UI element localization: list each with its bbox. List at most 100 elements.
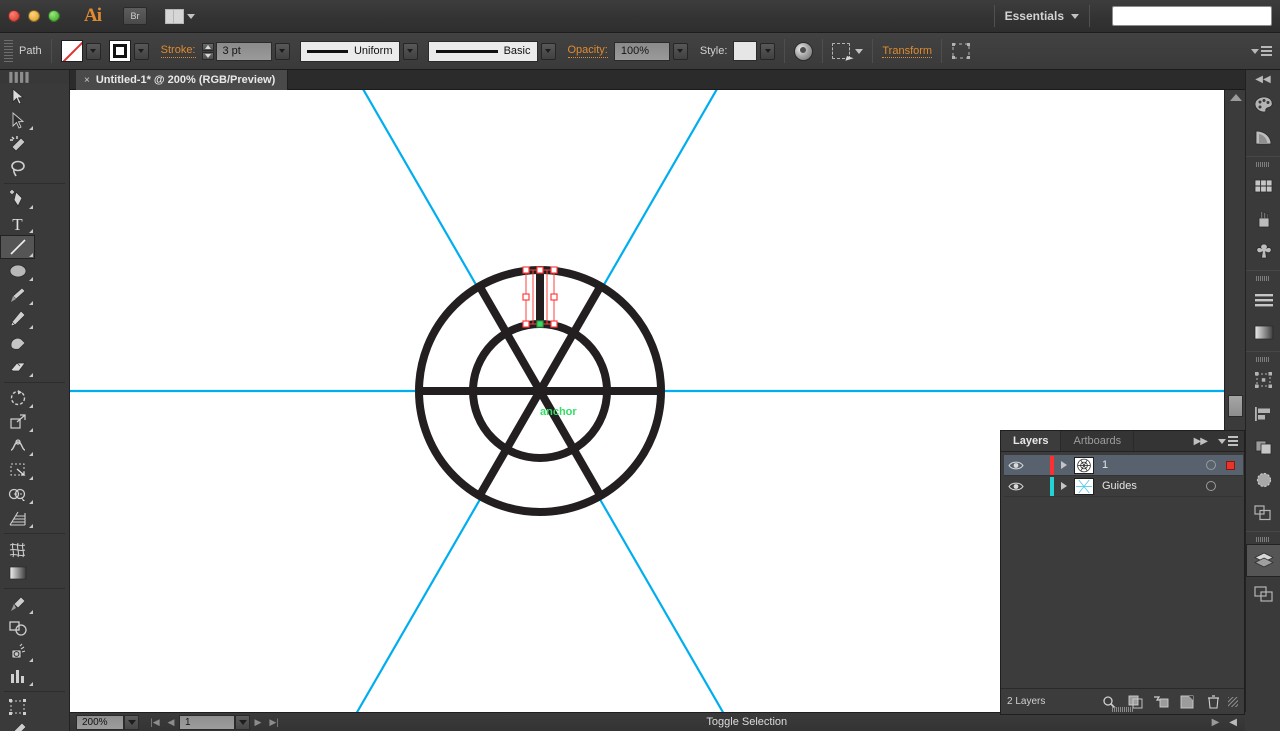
blend-tool[interactable] — [0, 616, 35, 640]
tab-layers[interactable]: Layers — [1001, 431, 1061, 451]
zoom-level-dropdown-button[interactable] — [124, 715, 139, 730]
workspace-switcher-label[interactable]: Essentials — [1005, 9, 1064, 23]
status-options-button[interactable]: ▶ — [1212, 717, 1220, 728]
zoom-level-input[interactable]: 200% — [76, 715, 124, 730]
perspective-grid-tool[interactable] — [0, 506, 35, 530]
dock-group-grip[interactable] — [1246, 534, 1280, 544]
stroke-weight-stepper[interactable] — [202, 43, 214, 60]
lasso-tool[interactable] — [0, 156, 35, 180]
brushes-panel-icon[interactable] — [1246, 202, 1280, 235]
column-graph-tool[interactable] — [0, 664, 35, 688]
gradient-panel-icon[interactable] — [1246, 316, 1280, 349]
launch-bridge-button[interactable]: Br — [123, 7, 147, 25]
scroll-up-icon[interactable] — [1230, 94, 1242, 101]
graphic-style-swatch[interactable] — [733, 41, 757, 61]
stroke-weight-label[interactable]: Stroke: — [161, 44, 196, 58]
variable-width-profile-select[interactable]: Uniform — [300, 41, 400, 62]
layer-target-indicator[interactable] — [1206, 460, 1216, 470]
close-window-button[interactable] — [8, 10, 20, 22]
appearance-panel-icon[interactable] — [1246, 496, 1280, 529]
color-panel-icon[interactable] — [1246, 88, 1280, 121]
next-artboard-button[interactable]: ▶ — [250, 717, 266, 728]
control-bar-menu-button[interactable] — [1251, 46, 1272, 56]
stroke-weight-dropdown-button[interactable] — [275, 43, 290, 60]
pathfinder-panel-icon[interactable] — [1246, 430, 1280, 463]
zoom-window-button[interactable] — [48, 10, 60, 22]
align-to-icon[interactable] — [951, 42, 971, 60]
mesh-tool[interactable] — [0, 537, 35, 561]
pen-tool[interactable] — [0, 187, 35, 211]
chevron-down-icon[interactable] — [1071, 14, 1079, 19]
delete-selection-button[interactable] — [1200, 695, 1226, 709]
tab-artboards[interactable]: Artboards — [1061, 431, 1134, 451]
transform-link[interactable]: Transform — [882, 45, 932, 58]
previous-artboard-button[interactable]: ◀ — [163, 717, 179, 728]
document-tab[interactable]: × Untitled-1* @ 200% (RGB/Preview) — [76, 70, 288, 90]
line-segment-tool[interactable] — [0, 235, 35, 259]
panel-resize-grip[interactable] — [1228, 697, 1238, 707]
stroke-color-swatch[interactable] — [109, 40, 131, 62]
layer-row-guides[interactable]: Guides — [1004, 476, 1243, 497]
opacity-label[interactable]: Opacity: — [568, 44, 608, 58]
brush-definition-select[interactable]: Basic — [428, 41, 538, 62]
symbol-sprayer-tool[interactable] — [0, 640, 35, 664]
blob-brush-tool[interactable] — [0, 331, 35, 355]
select-similar-objects-button[interactable] — [832, 43, 863, 59]
align-panel-icon[interactable] — [1246, 397, 1280, 430]
chevron-down-icon[interactable] — [855, 49, 863, 54]
artboard-tool[interactable] — [0, 695, 35, 719]
create-new-sublayer-button[interactable] — [1148, 695, 1174, 709]
dock-group-grip[interactable] — [1246, 159, 1280, 169]
layer-selection-indicator[interactable] — [1226, 461, 1235, 470]
slice-tool[interactable] — [0, 719, 35, 731]
swatches-panel-icon[interactable] — [1246, 169, 1280, 202]
arrange-documents-button[interactable] — [165, 9, 195, 24]
stroke-dropdown-button[interactable] — [134, 43, 149, 60]
search-input[interactable] — [1112, 6, 1272, 26]
stroke-weight-input[interactable]: 3 pt — [216, 42, 272, 61]
type-tool[interactable]: T — [0, 211, 35, 235]
close-icon[interactable]: × — [84, 75, 90, 86]
dock-group-grip[interactable] — [1246, 273, 1280, 283]
tools-panel-grip[interactable]: ▐▐▐▐ — [0, 70, 69, 84]
artboard-number-input[interactable]: 1 — [179, 715, 235, 730]
opacity-input[interactable]: 100% — [614, 42, 670, 61]
stepper-up-icon[interactable] — [202, 43, 214, 51]
recolor-artwork-icon[interactable] — [794, 42, 813, 61]
eyedropper-tool[interactable] — [0, 592, 35, 616]
brush-definition-dropdown-button[interactable] — [541, 43, 556, 60]
layer-expand-toggle[interactable] — [1054, 461, 1074, 469]
selection-tool[interactable] — [0, 84, 35, 108]
symbols-panel-icon[interactable] — [1246, 235, 1280, 268]
layers-panel-menu-button[interactable] — [1212, 431, 1244, 451]
direct-selection-tool[interactable] — [0, 108, 35, 132]
panel-bottom-grip[interactable] — [1112, 707, 1134, 712]
artboards-panel-icon[interactable] — [1246, 577, 1280, 610]
dock-group-grip[interactable] — [1246, 354, 1280, 364]
stepper-down-icon[interactable] — [202, 52, 214, 60]
collapse-panels-icon[interactable]: ◀◀ — [1246, 70, 1280, 88]
layer-name[interactable]: Guides — [1102, 480, 1206, 492]
layer-row-1[interactable]: 1 — [1004, 455, 1243, 476]
transparency-panel-icon[interactable] — [1246, 463, 1280, 496]
shape-builder-tool[interactable] — [0, 482, 35, 506]
paintbrush-tool[interactable] — [0, 283, 35, 307]
stroke-panel-icon[interactable] — [1246, 283, 1280, 316]
layers-panel-icon[interactable] — [1246, 544, 1280, 577]
layer-target-indicator[interactable] — [1206, 481, 1216, 491]
vertical-scrollbar-thumb[interactable] — [1228, 395, 1243, 417]
opacity-dropdown-button[interactable] — [673, 43, 688, 60]
scroll-left-button[interactable]: ◀ — [1229, 717, 1237, 728]
last-artboard-button[interactable]: ▶| — [266, 717, 282, 728]
fill-color-swatch[interactable] — [61, 40, 83, 62]
graphic-style-dropdown-button[interactable] — [760, 43, 775, 60]
expand-panels-icon[interactable]: ▶▶ — [1189, 431, 1212, 451]
ellipse-tool[interactable] — [0, 259, 35, 283]
scale-tool[interactable] — [0, 410, 35, 434]
layer-visibility-toggle[interactable] — [1004, 481, 1028, 492]
control-bar-grip[interactable] — [4, 40, 13, 62]
fill-dropdown-button[interactable] — [86, 43, 101, 60]
free-transform-tool[interactable] — [0, 458, 35, 482]
eraser-tool[interactable] — [0, 355, 35, 379]
layer-name[interactable]: 1 — [1102, 459, 1206, 471]
